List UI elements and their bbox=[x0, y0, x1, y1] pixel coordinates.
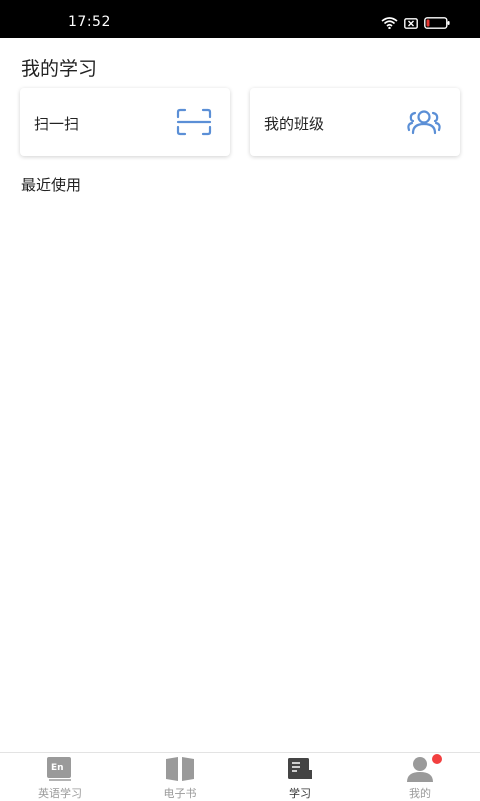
tab-label: 我的 bbox=[409, 787, 431, 800]
tab-label: 英语学习 bbox=[38, 787, 82, 800]
tab-ebook[interactable]: 电子书 bbox=[120, 753, 240, 801]
tab-label: 电子书 bbox=[163, 787, 197, 800]
no-sim-icon bbox=[404, 17, 418, 29]
svg-text:En: En bbox=[51, 763, 64, 773]
tab-study[interactable]: 学习 bbox=[240, 753, 360, 801]
status-icons bbox=[381, 16, 450, 30]
wifi-icon bbox=[381, 17, 398, 29]
my-class-card[interactable]: 我的班级 bbox=[250, 88, 460, 156]
user-icon bbox=[405, 755, 435, 783]
status-bar: 17:52 bbox=[0, 0, 480, 38]
tab-english-study[interactable]: En 英语学习 bbox=[0, 753, 120, 801]
open-book-icon bbox=[165, 755, 195, 783]
tab-mine[interactable]: 我的 bbox=[360, 753, 480, 801]
notification-badge bbox=[432, 754, 442, 764]
scan-label: 扫一扫 bbox=[34, 115, 80, 133]
bottom-tab-bar: En 英语学习 电子书 学习 我的 bbox=[0, 752, 480, 801]
tab-label: 学习 bbox=[289, 787, 311, 800]
my-class-label: 我的班级 bbox=[264, 115, 325, 133]
study-icon bbox=[285, 755, 315, 783]
english-book-icon: En bbox=[45, 755, 75, 783]
scan-card[interactable]: 扫一扫 bbox=[20, 88, 230, 156]
recent-section-title: 最近使用 bbox=[21, 176, 82, 194]
scan-icon bbox=[176, 108, 212, 136]
group-icon bbox=[406, 108, 442, 136]
status-time: 17:52 bbox=[68, 14, 111, 30]
page-title: 我的学习 bbox=[21, 58, 98, 80]
battery-icon bbox=[424, 17, 450, 29]
